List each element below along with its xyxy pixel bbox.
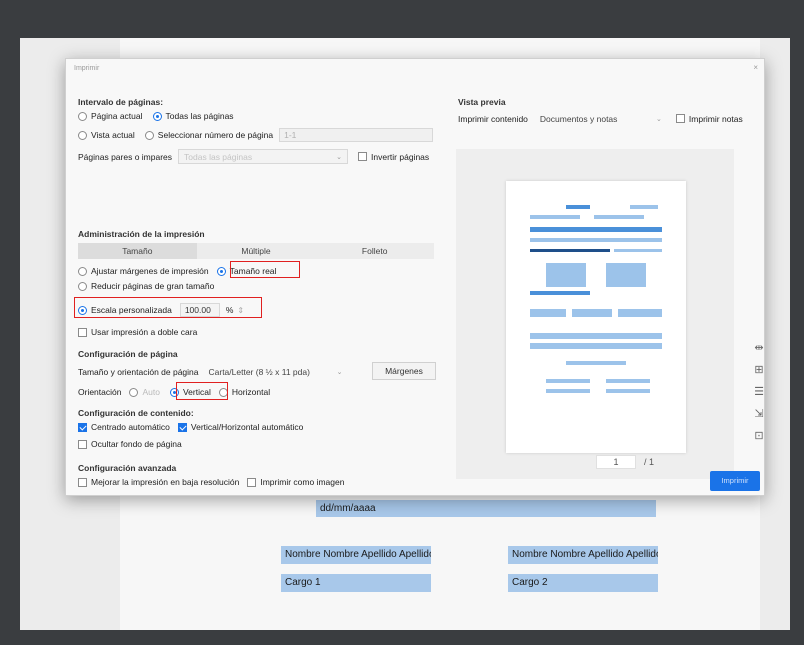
as-image-checkbox[interactable]: [247, 477, 257, 487]
print-notes-checkbox[interactable]: [675, 114, 685, 123]
odd-even-label: Páginas pares o impares: [78, 151, 173, 162]
auto-label: Auto: [142, 387, 160, 397]
print-content-value: Documentos y notas: [539, 113, 618, 124]
page-fit-icon[interactable]: ⊡: [752, 429, 766, 443]
select-pages-label: Seleccionar número de página: [157, 130, 274, 140]
orientation-row: Orientación Auto Vertical Horizontal: [78, 387, 270, 397]
signer1-name-field[interactable]: Nombre Nombre Apellido Apellido: [281, 546, 431, 564]
page-range-row-1: Página actual Todas las páginas: [78, 111, 234, 121]
hide-background-label: Ocultar fondo de página: [91, 439, 182, 449]
print-admin-title: Administración de la impresión: [78, 229, 205, 239]
close-icon[interactable]: ×: [753, 63, 758, 72]
actual-size-radio[interactable]: [216, 266, 226, 276]
chevron-down-icon: ⌄: [336, 153, 343, 161]
app-screen: dd/mm/aaaa Nombre Nombre Apellido Apelli…: [20, 38, 790, 630]
fit-margins-label: Ajustar márgenes de impresión: [91, 266, 209, 276]
odd-even-select[interactable]: Todas las páginas ⌄: [178, 149, 349, 164]
advanced-title: Configuración avanzada: [78, 463, 177, 473]
auto-rotate-checkbox[interactable]: [177, 422, 187, 432]
page-number-field[interactable]: 1: [596, 455, 636, 469]
current-view-label: Vista actual: [91, 130, 135, 140]
print-content-select[interactable]: Documentos y notas ⌄: [533, 111, 668, 126]
page-setup-title: Configuración de página: [78, 349, 178, 359]
auto-center-checkbox[interactable]: [78, 422, 87, 432]
odd-even-row: Páginas pares o impares Todas las página…: [78, 149, 429, 164]
invert-pages-checkbox[interactable]: [358, 152, 368, 161]
page-size-label: Tamaño y orientación de página: [78, 366, 199, 377]
select-pages-radio[interactable]: [144, 130, 154, 140]
margins-button[interactable]: Márgenes: [372, 362, 436, 380]
low-res-label: Mejorar la impresión en baja resolución: [91, 477, 240, 487]
print-content-label: Imprimir contenido: [458, 113, 528, 124]
page-size-value: Carta/Letter (8 ½ x 11 pda): [208, 366, 310, 377]
signer2-name-field[interactable]: Nombre Nombre Apellido Apellido: [508, 546, 658, 564]
date-field[interactable]: dd/mm/aaaa: [316, 500, 656, 517]
dialog-title: Imprimir: [74, 65, 100, 72]
page-number-input[interactable]: 1-1: [279, 128, 434, 142]
preview-page-thumbnail: [506, 181, 686, 453]
tab-multiple[interactable]: Múltiple: [197, 243, 316, 259]
tab-booklet[interactable]: Folleto: [315, 243, 434, 259]
content-setup-title: Configuración de contenido:: [78, 408, 194, 418]
duplex-label: Usar impresión a doble cara: [91, 327, 198, 337]
fit-width-icon[interactable]: ⇹: [752, 341, 766, 355]
highlight-actual-size: [230, 261, 300, 278]
auto-radio[interactable]: [129, 387, 139, 397]
low-res-checkbox[interactable]: [78, 477, 87, 487]
as-image-label: Imprimir como imagen: [260, 477, 345, 487]
orientation-label: Orientación: [78, 387, 122, 397]
invert-pages-label: Invertir páginas: [371, 151, 430, 162]
current-view-radio[interactable]: [78, 130, 87, 140]
page-range-row-2: Vista actual Seleccionar número de págin…: [78, 128, 434, 142]
page-size-select[interactable]: Carta/Letter (8 ½ x 11 pda) ⌄: [202, 364, 349, 379]
chevron-down-icon: ⌄: [656, 115, 662, 123]
auto-rotate-label: Vertical/Horizontal automático: [190, 422, 304, 432]
total-pages-label: / 1: [644, 457, 655, 467]
preview-title: Vista previa: [458, 97, 506, 107]
auto-center-label: Centrado automático: [91, 422, 170, 432]
print-notes-label: Imprimir notas: [688, 113, 743, 124]
page-list-icon[interactable]: ☰: [752, 385, 766, 399]
shrink-large-label: Reducir páginas de gran tamaño: [91, 281, 215, 291]
all-pages-label: Todas las páginas: [165, 111, 234, 121]
signer2-role-field[interactable]: Cargo 2: [508, 574, 658, 592]
page-add-icon[interactable]: ⊞: [752, 363, 766, 377]
page-range-title: Intervalo de páginas:: [78, 97, 164, 107]
page-navigation: 1 / 1: [596, 455, 654, 469]
content-row-2: Ocultar fondo de página: [78, 439, 182, 449]
odd-even-value: Todas las páginas: [184, 151, 253, 162]
duplex-checkbox[interactable]: [78, 327, 87, 337]
highlight-custom-scale: [74, 297, 262, 318]
signer1-role-field[interactable]: Cargo 1: [281, 574, 431, 592]
shrink-row: Reducir páginas de gran tamaño: [78, 281, 214, 291]
print-dialog: Imprimir × Intervalo de páginas: Página …: [65, 58, 765, 496]
page-export-icon[interactable]: ⇲: [752, 407, 766, 421]
print-admin-tabs: Tamaño Múltiple Folleto: [78, 243, 434, 259]
hide-background-checkbox[interactable]: [78, 439, 87, 449]
current-page-label: Página actual: [91, 111, 143, 121]
page-size-row: Tamaño y orientación de página Carta/Let…: [78, 364, 349, 379]
tab-size[interactable]: Tamaño: [78, 243, 197, 259]
chevron-down-icon: ⌄: [336, 368, 343, 376]
all-pages-radio[interactable]: [152, 111, 162, 121]
print-button[interactable]: Imprimir: [710, 471, 760, 491]
content-row-1: Centrado automático Vertical/Horizontal …: [78, 422, 303, 432]
horizontal-label: Horizontal: [231, 387, 271, 397]
shrink-large-radio[interactable]: [78, 281, 87, 291]
fit-margins-radio[interactable]: [78, 266, 87, 276]
current-page-radio[interactable]: [78, 111, 87, 121]
print-content-row: Imprimir contenido Documentos y notas ⌄ …: [458, 111, 743, 126]
duplex-row: Usar impresión a doble cara: [78, 327, 197, 337]
highlight-vertical: [176, 382, 228, 400]
advanced-row: Mejorar la impresión en baja resolución …: [78, 477, 344, 487]
